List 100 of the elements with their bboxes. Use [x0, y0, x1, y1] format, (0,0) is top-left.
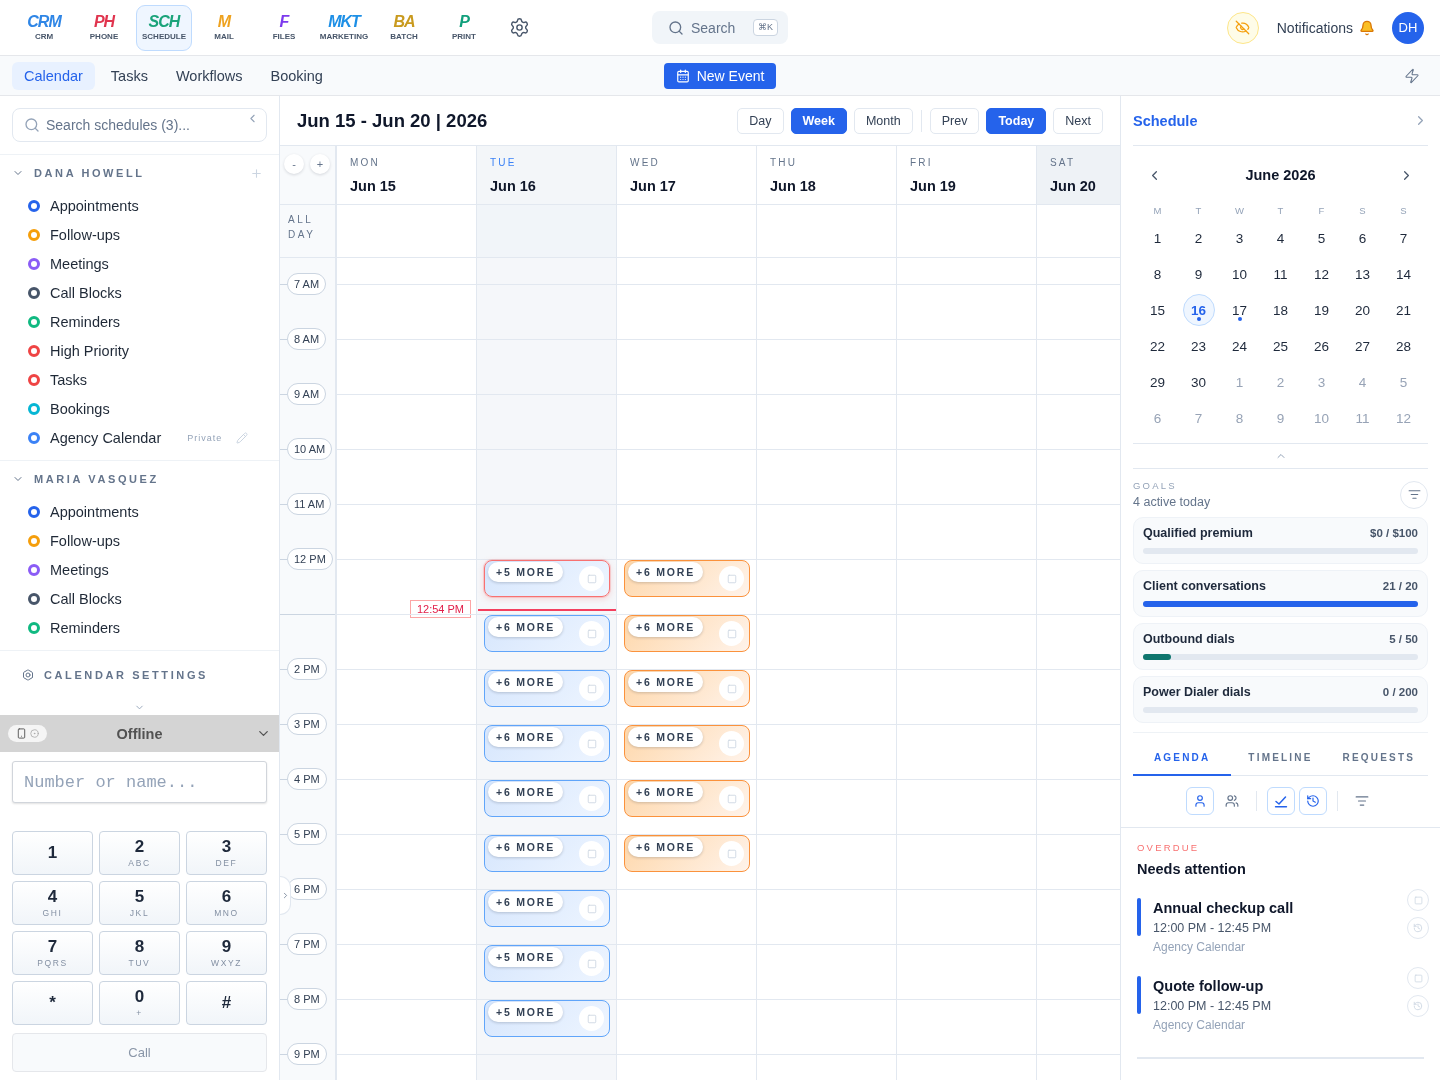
calendar-day[interactable]: 11: [1264, 258, 1297, 290]
calendar-label[interactable]: Call Blocks: [50, 590, 122, 607]
calendar-label[interactable]: Meetings: [50, 255, 109, 272]
reschedule-button[interactable]: [1407, 917, 1429, 939]
more-events-button[interactable]: +6 MORE: [488, 672, 563, 692]
complete-button[interactable]: [579, 896, 604, 921]
ring-icon[interactable]: [28, 563, 40, 576]
complete-button[interactable]: [1407, 889, 1429, 911]
event-card[interactable]: +6 MORE: [624, 780, 750, 817]
complete-button[interactable]: [579, 676, 604, 701]
ring-icon[interactable]: [28, 257, 40, 270]
calendar-day[interactable]: 25: [1264, 330, 1297, 362]
ring-icon[interactable]: [28, 373, 40, 386]
new-event-button[interactable]: New Event: [663, 62, 777, 89]
more-events-button[interactable]: +6 MORE: [628, 727, 703, 747]
complete-button[interactable]: [579, 841, 604, 866]
keypad-key[interactable]: 5 JKL: [99, 881, 180, 925]
calendar-label[interactable]: Appointments: [50, 503, 139, 520]
app-launcher-button[interactable]: M MAIL: [196, 4, 252, 51]
more-events-button[interactable]: +6 MORE: [628, 617, 703, 637]
keypad-key[interactable]: 6 MNO: [186, 881, 267, 925]
keypad-key[interactable]: #: [186, 981, 267, 1025]
calendar-label[interactable]: Reminders: [50, 313, 121, 330]
app-launcher-button[interactable]: PH PHONE: [76, 4, 132, 51]
calendar-day[interactable]: 30: [1182, 366, 1215, 398]
event-card[interactable]: +6 MORE: [624, 835, 750, 872]
complete-button[interactable]: [719, 676, 744, 701]
complete-button[interactable]: [579, 566, 604, 591]
complete-button[interactable]: [719, 566, 744, 591]
ring-icon[interactable]: [28, 505, 40, 518]
calendar-day[interactable]: 15: [1141, 294, 1174, 326]
more-events-button[interactable]: +6 MORE: [488, 837, 563, 857]
calendar-label[interactable]: Appointments: [50, 197, 139, 214]
more-events-button[interactable]: +5 MORE: [488, 562, 563, 582]
app-launcher-button[interactable]: F FILES: [256, 4, 312, 51]
visibility-toggle-button[interactable]: [1226, 11, 1259, 44]
event-card[interactable]: +5 MORE: [484, 560, 610, 597]
person-toggle[interactable]: [1185, 787, 1214, 815]
nav-tab[interactable]: Booking: [258, 61, 335, 90]
calendar-day[interactable]: 26: [1305, 330, 1338, 362]
calendar-day[interactable]: 22: [1141, 330, 1174, 362]
calendar-day[interactable]: 4: [1264, 222, 1297, 254]
keypad-key[interactable]: 9 WXYZ: [186, 931, 267, 975]
more-events-button[interactable]: +6 MORE: [628, 782, 703, 802]
view-button[interactable]: Month: [853, 107, 913, 134]
calendar-day[interactable]: 29: [1141, 366, 1174, 398]
filter-button[interactable]: [1400, 480, 1428, 509]
keypad-key[interactable]: 4 GHI: [12, 881, 93, 925]
calendar-label[interactable]: Bookings: [50, 400, 110, 417]
more-events-button[interactable]: +6 MORE: [628, 562, 703, 582]
panel-tab[interactable]: REQUESTS: [1329, 741, 1428, 776]
ring-icon[interactable]: [28, 344, 40, 357]
event-card[interactable]: +6 MORE: [484, 725, 610, 762]
zoom-button[interactable]: +: [310, 154, 330, 174]
complete-button[interactable]: [719, 731, 744, 756]
event-card[interactable]: +6 MORE: [624, 615, 750, 652]
calendar-day[interactable]: 18: [1264, 294, 1297, 326]
keypad-key[interactable]: 1: [12, 831, 93, 875]
app-launcher-button[interactable]: P PRINT: [436, 4, 492, 51]
more-events-button[interactable]: +6 MORE: [488, 617, 563, 637]
calendar-day[interactable]: 7: [1387, 222, 1420, 254]
event-card[interactable]: +6 MORE: [624, 670, 750, 707]
calendar-settings-button[interactable]: CALENDAR SETTINGS: [0, 651, 279, 699]
calendar-label[interactable]: Agency Calendar: [50, 429, 162, 446]
calendar-day[interactable]: 5: [1305, 222, 1338, 254]
calendar-day[interactable]: 2: [1182, 222, 1215, 254]
calendar-label[interactable]: High Priority: [50, 342, 129, 359]
calendar-label[interactable]: Follow-ups: [50, 532, 121, 549]
calendar-day[interactable]: 10: [1223, 258, 1256, 290]
app-launcher-button[interactable]: SCH SCHEDULE: [136, 4, 192, 51]
history-toggle[interactable]: [1298, 787, 1327, 815]
nav-button[interactable]: Next: [1053, 107, 1103, 134]
keypad-key[interactable]: *: [12, 981, 93, 1025]
calendar-label[interactable]: Tasks: [50, 371, 88, 388]
calendar-day[interactable]: 8: [1141, 258, 1174, 290]
calendar-day[interactable]: 16: [1182, 294, 1215, 326]
more-events-button[interactable]: +6 MORE: [488, 782, 563, 802]
complete-button[interactable]: [1407, 967, 1429, 989]
event-card[interactable]: +6 MORE: [624, 725, 750, 762]
reschedule-button[interactable]: [1407, 995, 1429, 1017]
lightning-icon[interactable]: [1404, 67, 1420, 84]
calendar-day[interactable]: 1: [1141, 222, 1174, 254]
complete-button[interactable]: [579, 951, 604, 976]
event-card[interactable]: +6 MORE: [484, 615, 610, 652]
calendar-day[interactable]: 13: [1346, 258, 1379, 290]
complete-button[interactable]: [719, 786, 744, 811]
app-launcher-button[interactable]: MKT MARKETING: [316, 4, 372, 51]
pencil-icon[interactable]: [236, 431, 249, 444]
app-launcher-button[interactable]: BA BATCH: [376, 4, 432, 51]
completed-toggle[interactable]: [1266, 787, 1295, 815]
user-avatar[interactable]: DH: [1392, 11, 1424, 44]
calendar-day[interactable]: 14: [1387, 258, 1420, 290]
more-events-button[interactable]: +6 MORE: [488, 892, 563, 912]
more-events-button[interactable]: +5 MORE: [488, 947, 563, 967]
calendar-label[interactable]: Call Blocks: [50, 284, 122, 301]
nav-button[interactable]: Prev: [929, 107, 980, 134]
calendar-day[interactable]: 9: [1182, 258, 1215, 290]
more-events-button[interactable]: +6 MORE: [488, 727, 563, 747]
calendar-day[interactable]: 19: [1305, 294, 1338, 326]
complete-button[interactable]: [579, 621, 604, 646]
